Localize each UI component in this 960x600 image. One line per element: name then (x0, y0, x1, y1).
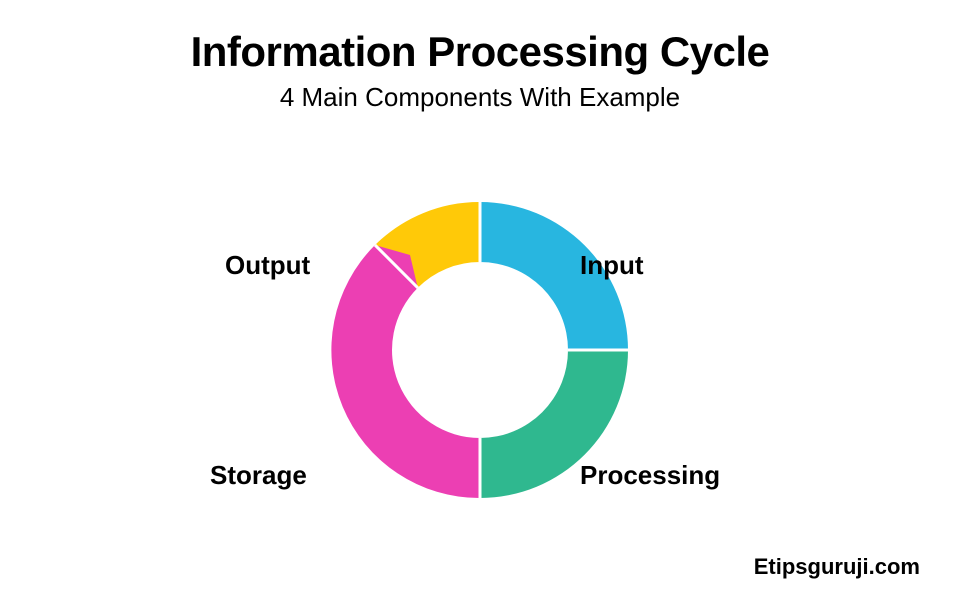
page-title: Information Processing Cycle (0, 28, 960, 76)
header: Information Processing Cycle 4 Main Comp… (0, 0, 960, 113)
cycle-ring-icon (330, 200, 630, 500)
label-output: Output (225, 250, 310, 281)
footer-credit: Etipsguruji.com (754, 554, 920, 580)
label-processing: Processing (580, 460, 720, 491)
cycle-diagram (330, 200, 630, 500)
label-input: Input (580, 250, 644, 281)
page-subtitle: 4 Main Components With Example (0, 82, 960, 113)
segment-storage (331, 245, 480, 498)
label-storage: Storage (210, 460, 307, 491)
